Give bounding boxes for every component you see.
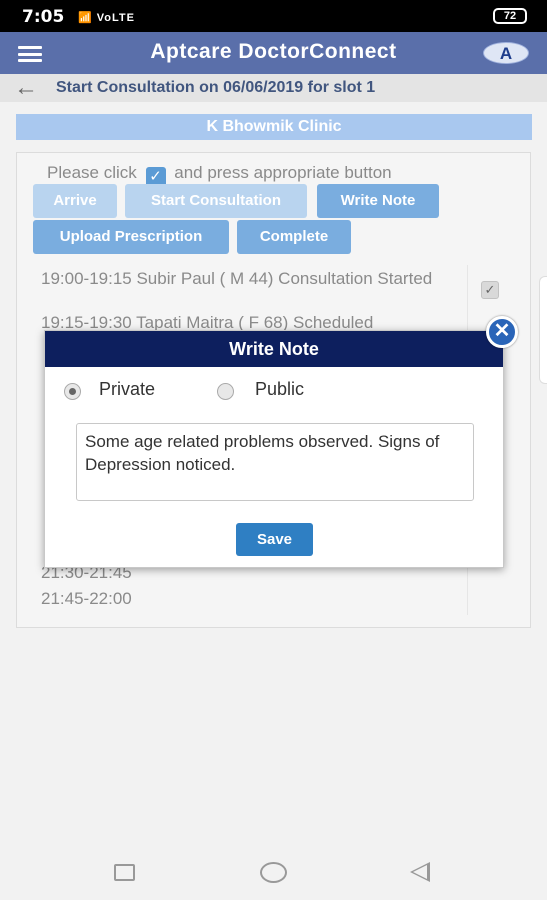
close-icon[interactable]: ✕ xyxy=(486,316,518,348)
status-time: 7:05 xyxy=(22,7,65,27)
home-icon[interactable] xyxy=(260,862,287,883)
instruction-after: and press appropriate button xyxy=(174,163,392,182)
app-logo: A xyxy=(483,42,529,64)
app-title: Aptcare DoctorConnect xyxy=(150,40,397,63)
instruction-before: Please click xyxy=(47,163,137,182)
signal-icon: 📶 VoLTE xyxy=(78,12,135,24)
public-label[interactable]: Public xyxy=(255,379,304,400)
write-note-dialog: Write Note Private Public Some age relat… xyxy=(44,330,504,568)
arrive-button[interactable]: Arrive xyxy=(33,184,117,218)
public-radio[interactable] xyxy=(217,383,234,400)
page-title: Start Consultation on 06/06/2019 for slo… xyxy=(56,79,376,96)
side-panel-handle[interactable] xyxy=(539,276,547,384)
note-textarea[interactable]: Some age related problems observed. Sign… xyxy=(76,423,474,501)
back-triangle-icon[interactable] xyxy=(410,862,430,882)
status-bar: 7:05 📶 VoLTE 72 xyxy=(0,0,547,32)
back-arrow-icon[interactable]: ← xyxy=(14,76,38,100)
slot-checkbox[interactable]: ✓ xyxy=(481,281,499,299)
recent-apps-icon[interactable] xyxy=(114,864,135,881)
clinic-banner: K Bhowmik Clinic xyxy=(16,114,532,140)
battery-icon: 72 xyxy=(493,8,527,24)
private-radio[interactable] xyxy=(64,383,81,400)
subheader: ← Start Consultation on 06/06/2019 for s… xyxy=(0,74,547,102)
write-note-button[interactable]: Write Note xyxy=(317,184,439,218)
logo-letter: A xyxy=(499,44,513,63)
upload-prescription-button[interactable]: Upload Prescription xyxy=(33,220,229,254)
app-header: Aptcare DoctorConnect A xyxy=(0,32,547,74)
start-consultation-button[interactable]: Start Consultation xyxy=(125,184,307,218)
save-button[interactable]: Save xyxy=(236,523,313,556)
private-label[interactable]: Private xyxy=(99,379,155,400)
dialog-title: Write Note xyxy=(45,331,503,367)
system-nav-bar xyxy=(0,840,547,900)
slot-row[interactable]: 19:00-19:15 Subir Paul ( M 44) Consultat… xyxy=(41,270,461,287)
complete-button[interactable]: Complete xyxy=(237,220,351,254)
slot-row[interactable]: 21:45-22:00 xyxy=(41,589,132,609)
